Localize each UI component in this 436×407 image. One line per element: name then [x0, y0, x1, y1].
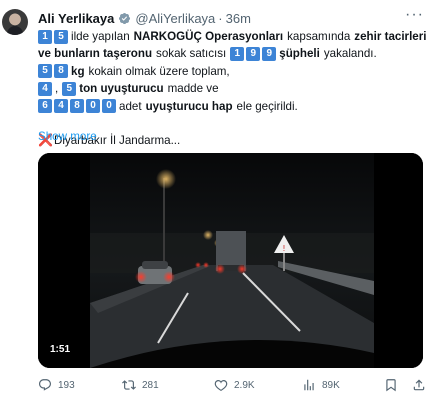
tweet-text-bold: şüpheli — [279, 47, 320, 61]
keycap-digit: 5 — [38, 64, 52, 79]
video-player[interactable]: ! 1:51 — [38, 153, 423, 368]
tweet-line: ❌ Diyarbakır İl Jandarma... — [38, 132, 430, 149]
tweet-text-span: ele geçirildi. — [236, 99, 298, 113]
video-duration: 1:51 — [50, 344, 71, 355]
tweet-line: 58 kg kokain olmak üzere toplam, — [38, 63, 430, 80]
keycap-number: 5 — [62, 81, 77, 96]
more-options-icon[interactable]: ··· — [405, 6, 424, 24]
author-name[interactable]: Ali Yerlikaya — [38, 11, 114, 26]
keycap-number: 64800 — [38, 99, 116, 114]
avatar[interactable] — [2, 9, 28, 35]
share-icon — [413, 379, 425, 391]
tweet-text-span: kokain olmak üzere toplam, — [88, 64, 230, 78]
like-button[interactable]: 2.9K — [214, 378, 255, 392]
keycap-digit: 6 — [38, 99, 52, 114]
repost-icon — [122, 380, 136, 390]
keycap-digit: 4 — [38, 81, 52, 96]
tweet-text-span: , — [55, 82, 59, 96]
svg-text:!: ! — [282, 244, 285, 253]
keycap-digit: 9 — [246, 47, 261, 62]
share-button[interactable] — [412, 378, 426, 392]
tweet-text-span: sokak satıcısı — [156, 47, 227, 61]
tweet-actions: 193 281 2.9K 89K — [38, 378, 430, 396]
reply-icon — [39, 379, 51, 391]
show-more-link[interactable]: Show more — [38, 130, 97, 143]
keycap-number: 4 — [38, 81, 52, 96]
keycap-digit: 1 — [230, 47, 245, 62]
timestamp[interactable]: 36m — [226, 11, 251, 26]
tweet-text-bold: ton uyuşturucu — [79, 82, 164, 96]
author-handle[interactable]: @AliYerlikaya — [135, 11, 215, 26]
tweet-header: Ali Yerlikaya @AliYerlikaya · 36m — [38, 10, 251, 26]
repost-button[interactable]: 281 — [122, 378, 159, 392]
tweet-line: 64800 adet uyuşturucu hap ele geçirildi. — [38, 98, 430, 115]
tweet-text-span: adet — [119, 99, 142, 113]
keycap-digit: 5 — [62, 81, 77, 96]
keycap-number: 58 — [38, 64, 68, 79]
tweet-text-span: madde ve — [167, 82, 219, 96]
views-icon — [304, 379, 314, 391]
reply-button[interactable]: 193 — [38, 378, 75, 392]
tweet-line: ve bunların taşeronu sokak satıcısı 199 … — [38, 45, 430, 62]
keycap-digit: 0 — [86, 99, 100, 114]
tweet-text-bold: kg — [71, 64, 85, 78]
tweet-text-span: yakalandı. — [323, 47, 377, 61]
tweet-text: 15 ilde yapılan NARKOGÜÇ Operasyonları k… — [38, 28, 430, 150]
tweet-line: 15 ilde yapılan NARKOGÜÇ Operasyonları k… — [38, 28, 430, 45]
keycap-digit: 8 — [70, 99, 84, 114]
keycap-digit: 0 — [102, 99, 116, 114]
tweet-text-span: ilde yapılan — [71, 30, 130, 43]
keycap-number: 15 — [38, 29, 68, 44]
tweet-text-bold: ve bunların taşeronu — [38, 47, 153, 61]
views-button[interactable]: 89K — [302, 378, 340, 392]
tweet-text-bold: zehir tacirleri — [354, 30, 427, 43]
video-frame: ! — [38, 153, 423, 368]
separator-dot: · — [218, 10, 223, 26]
repost-count: 281 — [142, 379, 159, 391]
keycap-number: 199 — [230, 47, 277, 62]
keycap-digit: 9 — [262, 47, 277, 62]
keycap-digit: 5 — [54, 29, 68, 44]
bookmark-icon — [386, 379, 396, 392]
like-icon — [214, 380, 228, 391]
views-count: 89K — [322, 379, 340, 391]
keycap-digit: 4 — [54, 99, 68, 114]
reply-count: 193 — [58, 379, 75, 391]
tweet-text-bold: uyuşturucu hap — [145, 99, 233, 113]
tweet-line — [38, 115, 430, 132]
keycap-digit: 1 — [38, 29, 52, 44]
like-count: 2.9K — [234, 379, 255, 391]
keycap-digit: 8 — [54, 64, 68, 79]
verified-badge-icon — [119, 12, 131, 24]
bookmark-button[interactable] — [384, 378, 398, 392]
tweet-line: 4 , 5 ton uyuşturucu madde ve — [38, 80, 430, 97]
tweet-text-bold: NARKOGÜÇ Operasyonları — [133, 30, 284, 43]
tweet-text-span: kapsamında — [287, 30, 351, 43]
